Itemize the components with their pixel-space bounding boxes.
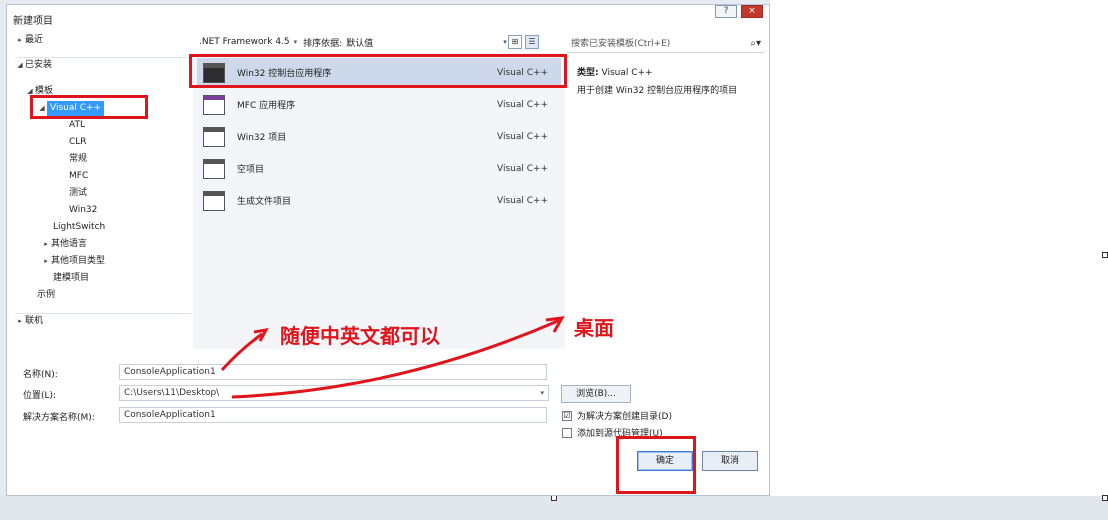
screenshot-stage: 新建项目 ? × ▸ 最近 ◢ 已安装 ◢ 模板 ◢ Visual C++ AT…	[0, 0, 1108, 520]
arrow-line-name	[220, 332, 263, 372]
annotation-arrows	[220, 316, 565, 399]
annotation-location-hint: 桌面	[574, 316, 614, 340]
annotation-name-hint: 随便中英文都可以	[280, 324, 440, 348]
